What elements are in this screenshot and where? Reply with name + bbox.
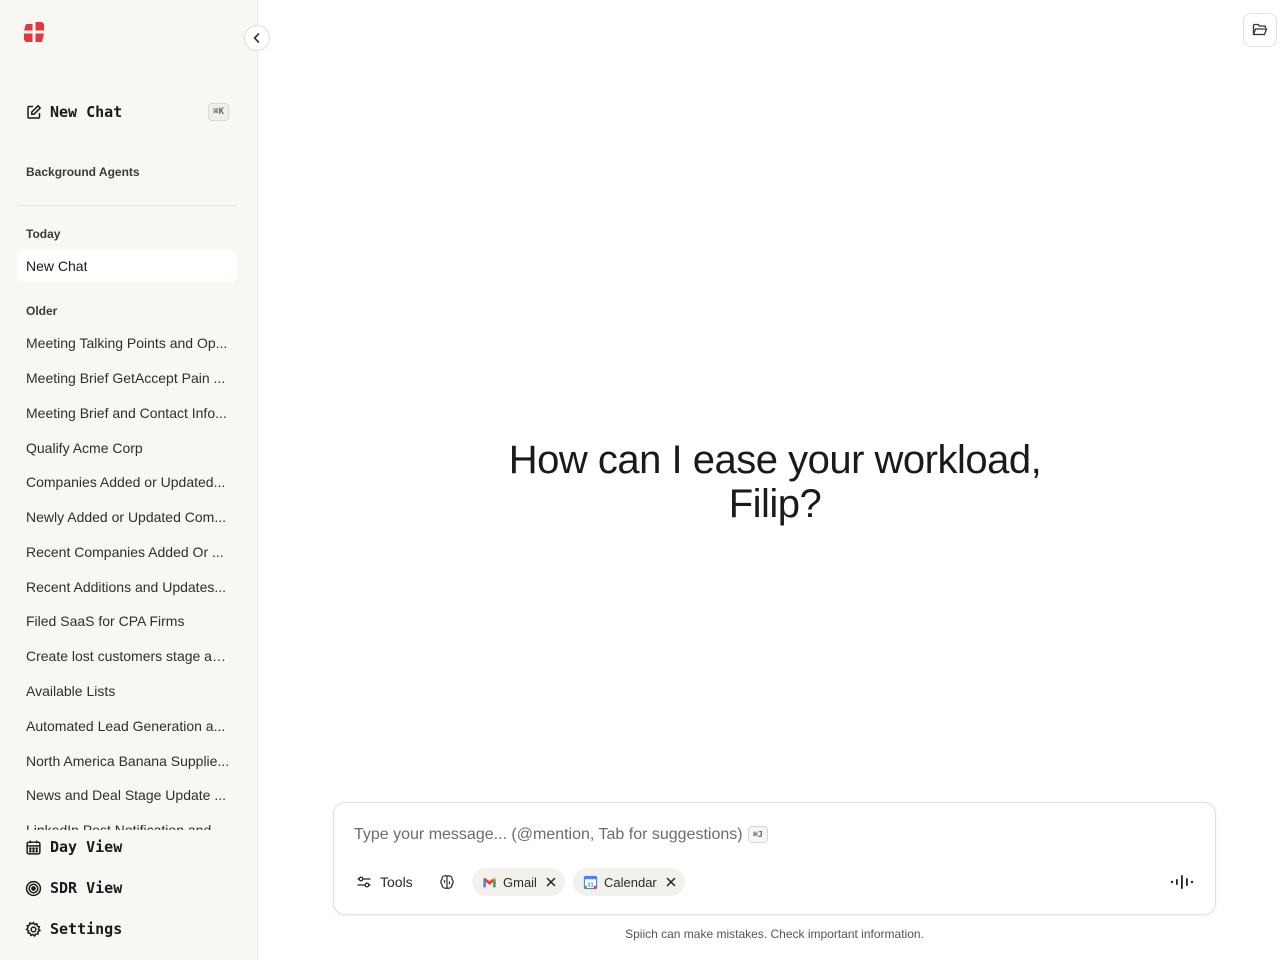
chat-item-label: Recent Additions and Updates... [26,579,227,595]
new-chat-label: New Chat [50,103,123,121]
chat-item-label: Qualify Acme Corp [26,440,143,456]
chat-item-label: Automated Lead Generation a... [26,718,226,734]
greeting-heading: How can I ease your workload, Filip? [480,438,1070,526]
calendar-icon [26,840,41,855]
chevron-left-icon [253,33,260,43]
gmail-chip-label: Gmail [503,874,537,890]
chat-item[interactable]: LinkedIn Post Notification and... [17,814,237,830]
chat-item-label: LinkedIn Post Notification and... [26,822,223,830]
sidebar-divider [17,205,237,206]
chat-item[interactable]: Meeting Talking Points and Op... [17,327,237,359]
sliders-icon [357,876,371,888]
chat-item-label: North America Banana Supplie... [26,753,230,769]
chat-item-label: Available Lists [26,683,116,699]
sdr-view-nav[interactable]: SDR View [17,872,237,904]
chat-item[interactable]: Qualify Acme Corp [17,432,237,464]
message-input[interactable] [354,823,744,847]
chat-item-label: Newly Added or Updated Com... [26,509,226,525]
chat-item-label: Meeting Brief and Contact Info... [26,405,227,421]
remove-calendar-icon[interactable] [665,876,677,888]
disclaimer-text: Spiich can make mistakes. Check importan… [625,927,924,941]
chat-item[interactable]: Meeting Brief GetAccept Pain ... [17,362,237,394]
composer-shortcut: ⌘J [748,826,768,843]
reasoning-toggle[interactable] [434,869,460,895]
chat-item-label: Meeting Brief GetAccept Pain ... [26,370,226,386]
chat-item[interactable]: Automated Lead Generation a... [17,710,237,742]
sdr-view-label: SDR View [50,879,123,897]
voice-waveform-icon [1170,875,1194,889]
background-agents-link[interactable]: Background Agents [26,165,140,179]
edit-icon [27,104,42,119]
calendar-chip[interactable]: 31 Calendar [573,868,685,896]
files-button[interactable] [1243,13,1277,47]
new-chat-shortcut: ⌘K [208,103,229,121]
chat-item-label: New Chat [26,258,88,274]
chat-item[interactable]: North America Banana Supplie... [17,745,237,777]
older-heading: Older [26,304,58,318]
chat-item-label: Recent Companies Added Or ... [26,544,224,560]
tools-button[interactable]: Tools [348,867,421,897]
greeting-line-1: How can I ease your workload, [508,438,1042,482]
day-view-nav[interactable]: Day View [17,831,237,863]
voice-input-button[interactable] [1169,871,1197,893]
app-logo-icon[interactable] [22,20,46,44]
today-heading: Today [26,227,61,241]
chat-item-active[interactable]: New Chat [17,250,237,282]
chat-item-label: News and Deal Stage Update ... [26,787,227,803]
remove-gmail-icon[interactable] [545,876,557,888]
settings-nav[interactable]: Settings [17,913,237,945]
message-composer: ⌘J Tools Gmail 31 [333,802,1216,915]
new-chat-button[interactable]: New Chat ⌘K [17,96,237,128]
calendar-chip-label: Calendar [604,874,657,890]
chat-item-label: Meeting Talking Points and Op... [26,335,228,351]
chat-item-label: Create lost customers stage an... [26,648,230,664]
greeting-line-2: Filip? [728,482,822,526]
chat-item[interactable]: News and Deal Stage Update ... [17,779,237,811]
tools-label: Tools [380,874,413,890]
sidebar: New Chat ⌘K Background Agents Today New … [0,0,258,960]
chat-item[interactable]: Recent Additions and Updates... [17,571,237,603]
google-calendar-icon: 31 [583,875,598,889]
chat-item[interactable]: Create lost customers stage an... [17,640,237,672]
chat-item[interactable]: Newly Added or Updated Com... [17,501,237,533]
chat-item[interactable]: Meeting Brief and Contact Info... [17,397,237,429]
target-icon [25,880,42,896]
collapse-sidebar-button[interactable] [244,25,270,51]
settings-label: Settings [50,920,123,938]
chat-item-label: Companies Added or Updated... [26,474,226,490]
chat-item[interactable]: Companies Added or Updated... [17,466,237,498]
svg-text:31: 31 [587,882,593,888]
chat-item[interactable]: Filed SaaS for CPA Firms [17,605,237,637]
older-chat-list[interactable]: Meeting Talking Points and Op... Meeting… [0,326,258,830]
chat-item[interactable]: Recent Companies Added Or ... [17,536,237,568]
chat-item[interactable]: Available Lists [17,675,237,707]
chat-item-label: Filed SaaS for CPA Firms [26,613,185,629]
gmail-icon [483,877,496,887]
day-view-label: Day View [50,838,123,856]
brain-icon [440,875,454,889]
gmail-chip[interactable]: Gmail [472,868,565,896]
gear-icon [25,920,42,937]
folder-open-icon [1252,23,1268,36]
